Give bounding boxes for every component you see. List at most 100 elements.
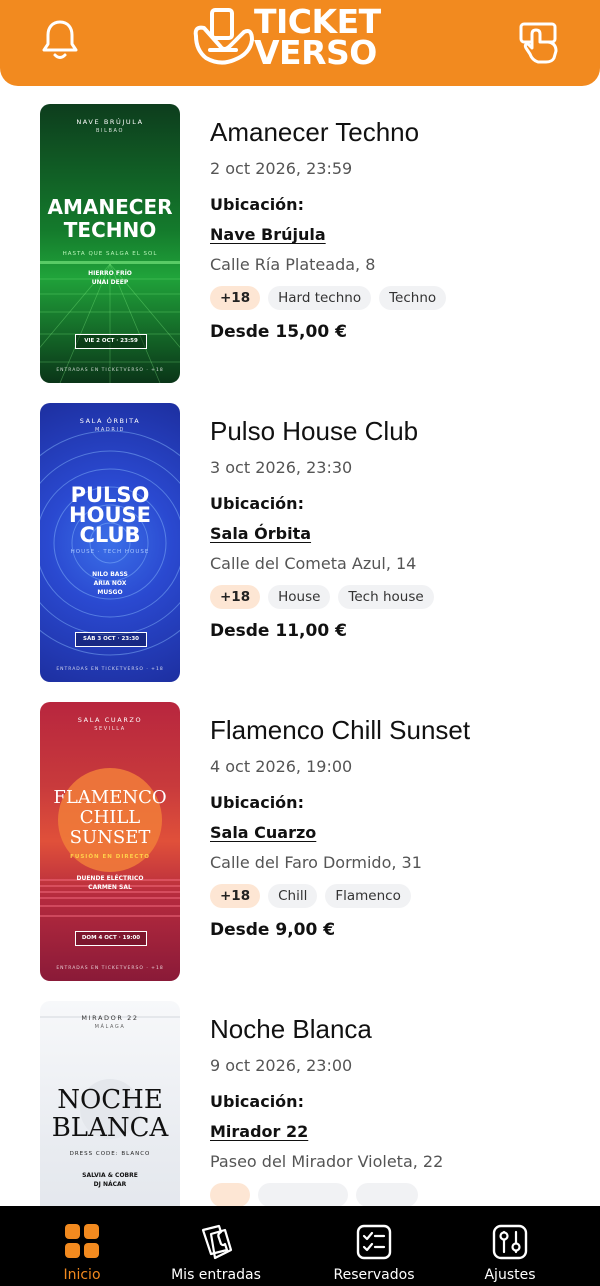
genre-tag [258, 1183, 348, 1206]
event-info: Flamenco Chill Sunset 4 oct 2026, 19:00 … [210, 714, 590, 942]
event-title[interactable]: Flamenco Chill Sunset [210, 714, 590, 746]
tickets-icon [201, 1224, 233, 1260]
poster-artist: ARIA NOX [93, 580, 127, 587]
event-card[interactable]: SALA CUARZO SEVILLA FLAMENCO CHILL SUNSE… [0, 684, 600, 982]
venue-link[interactable]: Sala Cuarzo [210, 822, 316, 844]
genre-tag: Flamenco [325, 884, 411, 908]
event-title[interactable]: Amanecer Techno [210, 116, 590, 148]
poster-title-line: FLAMENCO [53, 787, 167, 808]
genre-tag: House [268, 585, 331, 609]
sliders-icon [492, 1224, 528, 1260]
event-info: Noche Blanca 9 oct 2026, 23:00 Ubicación… [210, 1013, 590, 1206]
age-badge [210, 1183, 250, 1206]
poster-title-line: PULSO [70, 483, 150, 507]
poster-title-line: AMANECER [47, 195, 173, 219]
poster-title-line: BLANCA [51, 1113, 169, 1143]
venue-link[interactable]: Sala Órbita [210, 523, 311, 545]
genre-tag: Tech house [338, 585, 434, 609]
genre-tag: Chill [268, 884, 318, 908]
poster-subtitle: HOUSE · TECH HOUSE [70, 549, 150, 555]
event-poster[interactable]: NAVE BRÚJULA BILBAO AMANECER TECHNO HAST… [40, 104, 180, 383]
venue-link[interactable]: Mirador 22 [210, 1121, 308, 1143]
poster-date: VIE 2 OCT · 23:59 [75, 334, 147, 349]
poster-artists: DUENDE ELÉCTRICO CARMEN SAL [40, 874, 180, 892]
event-card[interactable]: SALA ÓRBITA MADRID PULSO HOUSE CLUB HOUS… [0, 385, 600, 683]
poster-city: MADRID [95, 427, 125, 433]
event-poster[interactable]: SALA CUARZO SEVILLA FLAMENCO CHILL SUNSE… [40, 702, 180, 981]
poster-footer: ENTRADAS EN TICKETVERSO · +18 [56, 667, 164, 672]
nav-item-inicio[interactable]: Inicio [42, 1206, 122, 1286]
poster-city: BILBAO [96, 128, 124, 134]
logo-mark-icon [193, 8, 254, 65]
poster-city: MÁLAGA [94, 1024, 126, 1030]
event-tags: +18 House Tech house [210, 585, 590, 609]
poster-title-line: TECHNO [63, 218, 157, 242]
poster-title: NOCHE BLANCA [40, 1086, 180, 1142]
logo-line-2: VERSO [254, 33, 377, 72]
event-card[interactable]: MIRADOR 22 MÁLAGA NOCHE BLANCA DRESS COD… [0, 983, 600, 1206]
nav-item-reservados[interactable]: Reservados [324, 1206, 424, 1286]
poster-artist: SALVIA & COBRE [82, 1172, 138, 1179]
genre-tag [356, 1183, 418, 1206]
poster-subtitle: HASTA QUE SALGA EL SOL [62, 251, 158, 257]
poster-venue: NAVE BRÚJULA [76, 118, 144, 126]
poster-venue: SALA ÓRBITA [79, 417, 141, 425]
venue-address: Calle Ría Plateada, 8 [210, 255, 376, 274]
event-tags [210, 1183, 590, 1206]
event-date: 9 oct 2026, 23:00 [210, 1056, 353, 1075]
nav-item-mis-entradas[interactable]: Mis entradas [156, 1206, 276, 1286]
venue-address: Calle del Cometa Azul, 14 [210, 554, 417, 573]
poster-artist: MUSGO [97, 589, 123, 596]
poster-title: AMANECER TECHNO [40, 196, 180, 242]
poster-subtitle: DRESS CODE: BLANCO [69, 1151, 151, 1157]
poster-title: FLAMENCO CHILL SUNSET [40, 788, 180, 848]
nav-label: Ajustes [484, 1267, 536, 1283]
poster-artists: HIERRO FRÍO UNAI DEEP [40, 269, 180, 287]
location-label: Ubicación: [210, 494, 304, 513]
poster-date: DOM 4 OCT · 19:00 [75, 931, 147, 946]
venue-address: Calle del Faro Dormido, 31 [210, 853, 422, 872]
event-poster[interactable]: SALA ÓRBITA MADRID PULSO HOUSE CLUB HOUS… [40, 403, 180, 682]
event-info: Amanecer Techno 2 oct 2026, 23:59 Ubicac… [210, 116, 590, 344]
venue-link[interactable]: Nave Brújula [210, 224, 326, 246]
poster-footer: ENTRADAS EN TICKETVERSO · +18 [56, 368, 164, 373]
poster-title: PULSO HOUSE CLUB [40, 483, 180, 547]
hand-ticket-icon[interactable] [518, 18, 562, 64]
app-header: TICKET VERSO [0, 0, 600, 86]
event-price: Desde 11,00 € [210, 621, 347, 641]
poster-date: SÁB 3 OCT · 23:30 [75, 632, 147, 647]
bottom-nav: Inicio Mis entradas Reservados Ajustes [0, 1206, 600, 1286]
age-badge: +18 [210, 585, 261, 609]
event-date: 4 oct 2026, 19:00 [210, 757, 353, 776]
event-price: Desde 15,00 € [210, 322, 347, 342]
poster-title-line: HOUSE [69, 503, 151, 527]
event-card[interactable]: NAVE BRÚJULA BILBAO AMANECER TECHNO HAST… [0, 86, 600, 384]
location-label: Ubicación: [210, 195, 304, 214]
event-tags: +18 Chill Flamenco [210, 884, 590, 908]
poster-title-line: CLUB [79, 523, 141, 547]
poster-subtitle: FUSIÓN EN DIRECTO [70, 854, 150, 860]
poster-artist: UNAI DEEP [91, 279, 129, 286]
bell-icon[interactable] [40, 18, 80, 62]
checklist-icon [356, 1224, 392, 1260]
app-logo: TICKET VERSO [190, 5, 410, 72]
event-title[interactable]: Pulso House Club [210, 415, 590, 447]
poster-footer: ENTRADAS EN TICKETVERSO · +18 [56, 966, 164, 971]
poster-artist: DJ NÁCAR [93, 1181, 127, 1188]
event-info: Pulso House Club 3 oct 2026, 23:30 Ubica… [210, 415, 590, 643]
location-label: Ubicación: [210, 1092, 304, 1111]
age-badge: +18 [210, 286, 261, 310]
grid-icon [65, 1224, 99, 1258]
event-title[interactable]: Noche Blanca [210, 1013, 590, 1045]
event-tags: +18 Hard techno Techno [210, 286, 590, 310]
poster-title-line: CHILL [79, 807, 141, 828]
poster-title-line: SUNSET [69, 827, 151, 848]
nav-label: Inicio [63, 1267, 101, 1283]
poster-venue: MIRADOR 22 [81, 1014, 139, 1022]
event-list[interactable]: NAVE BRÚJULA BILBAO AMANECER TECHNO HAST… [0, 86, 600, 1206]
poster-artists: NILO BASS ARIA NOX MUSGO [40, 570, 180, 597]
nav-item-ajustes[interactable]: Ajustes [470, 1206, 550, 1286]
location-label: Ubicación: [210, 793, 304, 812]
event-poster[interactable]: MIRADOR 22 MÁLAGA NOCHE BLANCA DRESS COD… [40, 1001, 180, 1206]
poster-artist: HIERRO FRÍO [88, 270, 132, 277]
